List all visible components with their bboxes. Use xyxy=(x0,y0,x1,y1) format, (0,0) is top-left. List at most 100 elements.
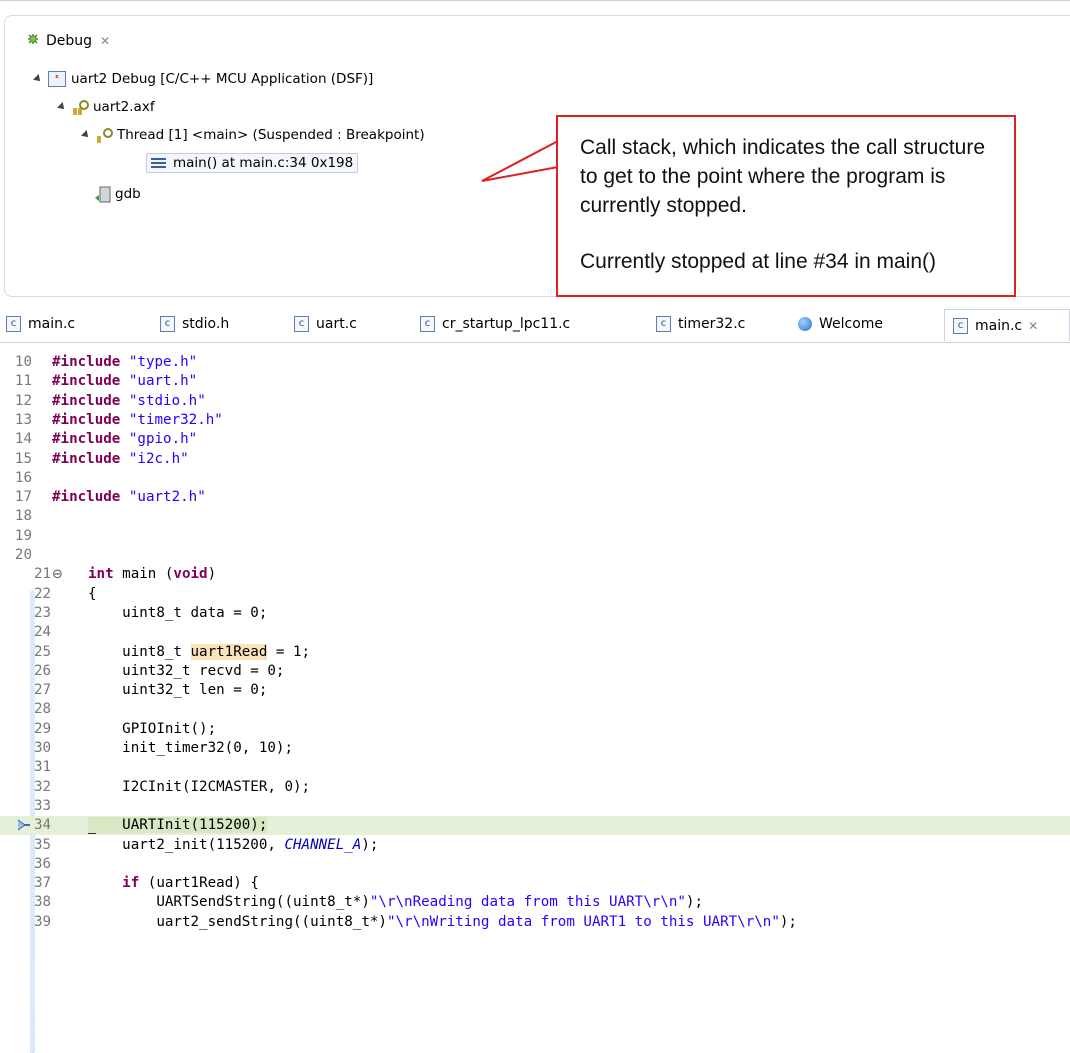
code-line[interactable]: 20 xyxy=(0,546,1070,565)
thread-label: Thread [1] <main> (Suspended : Breakpoin… xyxy=(117,127,425,143)
expand-triangle-icon[interactable] xyxy=(81,130,91,140)
line-number: 10 xyxy=(14,354,32,370)
code-text: #include "gpio.h" xyxy=(52,431,198,448)
callout-text-current-line: Currently stopped at line #34 in main() xyxy=(580,250,937,273)
tab-welcome[interactable]: Welcome xyxy=(798,316,883,332)
line-number: 15 xyxy=(14,450,32,467)
line-number: 11 xyxy=(14,373,32,390)
stack-frame-node[interactable]: main() at main.c:34 0x198 xyxy=(146,153,359,173)
code-line[interactable]: 35 uart2_init(115200, CHANNEL_A); xyxy=(0,836,1070,855)
code-line[interactable]: 28 xyxy=(0,700,1070,719)
code-text: #include "stdio.h" xyxy=(52,392,206,409)
line-number: 24 xyxy=(34,624,52,641)
code-line[interactable]: 14 #include "gpio.h" xyxy=(0,430,1070,449)
gdb-console-icon xyxy=(94,186,111,203)
code-line[interactable]: 31 xyxy=(0,758,1070,777)
tab-timer32-c[interactable]: c timer32.c xyxy=(656,316,745,332)
line-number: 33 xyxy=(34,797,52,814)
line-number: 18 xyxy=(14,508,32,525)
code-line[interactable]: 18 xyxy=(0,507,1070,526)
code-line[interactable]: 32 I2CInit(I2CMASTER, 0); xyxy=(0,778,1070,797)
callout-text-call-stack: Call stack, which indicates the call str… xyxy=(580,136,985,217)
code-line[interactable]: 15 #include "i2c.h" xyxy=(0,450,1070,469)
code-line[interactable]: 37 if (uart1Read) { xyxy=(0,874,1070,893)
code-text: #include "uart2.h" xyxy=(52,489,206,506)
code-line[interactable]: 29 GPIOInit(); xyxy=(0,720,1070,739)
line-number: 19 xyxy=(14,527,32,544)
expand-triangle-icon[interactable] xyxy=(33,74,43,84)
code-editor[interactable]: 10 #include "type.h" 11 #include "uart.h" 12… xyxy=(0,343,1070,1053)
code-line[interactable]: 21 ⊖ int main (void) xyxy=(0,565,1070,584)
code-text: uint32_t recvd = 0; xyxy=(88,662,285,679)
code-line[interactable]: 17 #include "uart2.h" xyxy=(0,488,1070,507)
expand-triangle-icon[interactable] xyxy=(57,102,67,112)
line-number: 16 xyxy=(14,469,32,486)
code-line[interactable]: 19 xyxy=(0,527,1070,546)
tab-uart-c[interactable]: c uart.c xyxy=(294,316,357,332)
code-line[interactable]: 24 xyxy=(0,623,1070,642)
code-text: int main (void) xyxy=(88,566,217,583)
code-line[interactable]: 16 xyxy=(0,469,1070,488)
stack-frame-label: main() at main.c:34 0x198 xyxy=(173,155,354,171)
tab-label: main.c xyxy=(28,316,76,332)
code-line[interactable]: 36 xyxy=(0,855,1070,874)
process-label: uart2.axf xyxy=(93,99,155,115)
gdb-node[interactable]: gdb xyxy=(94,186,141,203)
thread-node[interactable]: Thread [1] <main> (Suspended : Breakpoin… xyxy=(81,127,425,143)
line-number: 39 xyxy=(34,913,52,930)
c-launch-icon: ᶜ xyxy=(48,71,66,87)
process-node[interactable]: uart2.axf xyxy=(57,99,155,115)
stack-frame-selection[interactable]: main() at main.c:34 0x198 xyxy=(146,153,359,173)
close-icon[interactable]: ✕ xyxy=(100,34,110,48)
line-number: 29 xyxy=(34,720,52,737)
gdb-label: gdb xyxy=(115,186,141,202)
code-line[interactable]: 12 #include "stdio.h" xyxy=(0,392,1070,411)
close-icon[interactable]: ✕ xyxy=(1028,319,1038,333)
tab-label: timer32.c xyxy=(678,316,746,332)
c-file-icon: c xyxy=(294,316,309,332)
c-file-icon: c xyxy=(420,316,435,332)
tab-label: stdio.h xyxy=(182,316,230,332)
code-line[interactable]: 34 UARTInit(115200); xyxy=(0,816,1070,836)
line-number: 38 xyxy=(34,894,52,911)
line-number: 36 xyxy=(34,855,52,872)
code-text: { xyxy=(88,585,97,602)
editor-tab-bar: c main.c c stdio.h c uart.c c cr_startup… xyxy=(0,309,1070,343)
code-line[interactable]: 30 init_timer32(0, 10); xyxy=(0,739,1070,758)
code-line[interactable]: 33 xyxy=(0,797,1070,816)
tab-cr-startup[interactable]: c cr_startup_lpc11.c xyxy=(420,316,570,332)
tab-main-c[interactable]: c main.c xyxy=(6,316,75,332)
code-line[interactable]: 23 uint8_t data = 0; xyxy=(0,604,1070,623)
tab-main-c-active[interactable]: c main.c ✕ xyxy=(944,309,1070,341)
tab-stdio-h[interactable]: c stdio.h xyxy=(160,316,229,332)
c-file-icon: c xyxy=(160,316,175,332)
launch-node[interactable]: ᶜ uart2 Debug [C/C++ MCU Application (DS… xyxy=(33,71,373,87)
code-line[interactable]: 26 uint32_t recvd = 0; xyxy=(0,662,1070,681)
fold-collapse-icon[interactable]: ⊖ xyxy=(52,565,63,584)
code-line[interactable]: 27 uint32_t len = 0; xyxy=(0,681,1070,700)
debug-bug-icon xyxy=(24,31,42,51)
line-number: 17 xyxy=(14,489,32,506)
line-number: 31 xyxy=(34,759,52,776)
line-number: 30 xyxy=(34,740,52,756)
code-text: uint32_t len = 0; xyxy=(88,682,268,699)
tab-label: Welcome xyxy=(819,316,884,332)
line-number: 13 xyxy=(14,411,32,428)
code-text: UARTInit(115200); xyxy=(88,817,268,834)
stack-frame-icon xyxy=(151,157,167,169)
code-line[interactable]: 38 UARTSendString((uint8_t*)"\r\nReading… xyxy=(0,893,1070,912)
code-line[interactable]: 25 uint8_t uart1Read = 1; xyxy=(0,643,1070,662)
tab-label: uart.c xyxy=(316,316,357,332)
code-line[interactable]: 22 { xyxy=(0,585,1070,604)
line-number: 37 xyxy=(34,875,52,892)
code-line[interactable]: 13 #include "timer32.h" xyxy=(0,411,1070,430)
code-line[interactable]: 10 #include "type.h" xyxy=(0,353,1070,372)
tab-label: cr_startup_lpc11.c xyxy=(442,316,571,332)
globe-icon xyxy=(798,317,812,331)
debug-view-tab[interactable]: Debug ✕ xyxy=(24,31,110,51)
line-number: 14 xyxy=(14,431,32,448)
c-file-icon: c xyxy=(6,316,21,332)
thread-gear-icon xyxy=(96,127,113,143)
code-line[interactable]: 39 uart2_sendString((uint8_t*)"\r\nWriti… xyxy=(0,913,1070,932)
code-line[interactable]: 11 #include "uart.h" xyxy=(0,372,1070,391)
